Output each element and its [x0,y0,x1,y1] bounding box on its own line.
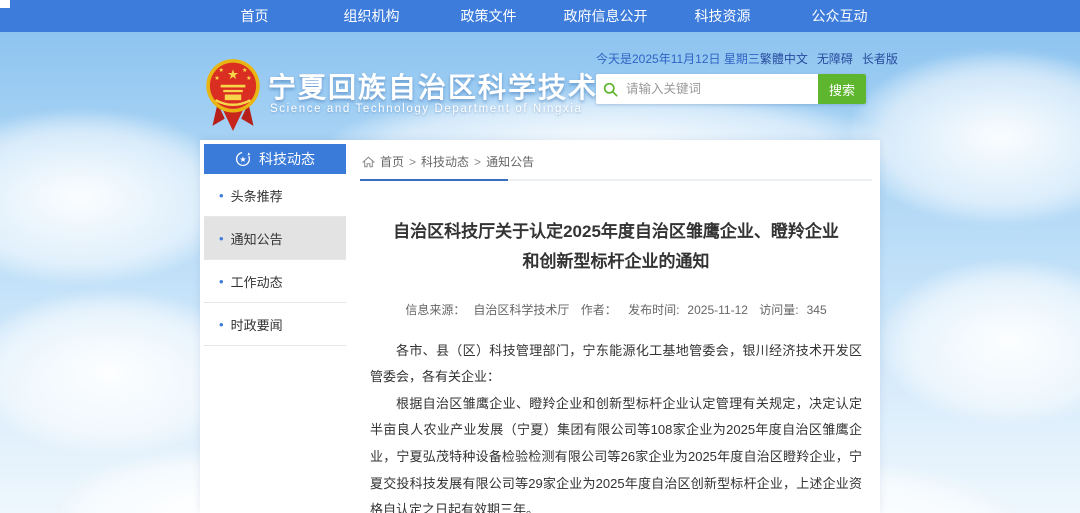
breadcrumb-notices[interactable]: 通知公告 [486,153,534,170]
sidebar-item-notices[interactable]: • 通知公告 [204,217,346,260]
window-corner [0,0,10,8]
sidebar-item-label: 时政要闻 [231,315,283,334]
meta-author-label: 作者： [581,303,617,317]
breadcrumb-home[interactable]: 首页 [380,153,404,170]
breadcrumb-separator: > [474,155,481,169]
svg-text:★: ★ [242,67,248,74]
current-date: 今天是2025年11月12日 星期三 [596,50,760,67]
meta-publish-label: 发布时间: [628,303,679,317]
article-title-line2: 和创新型标杆企业的通知 [360,247,872,277]
sidebar-item-work-trends[interactable]: • 工作动态 [204,260,346,303]
bullet-icon: • [219,232,224,245]
link-traditional-chinese[interactable]: 繁體中文 [760,50,808,67]
article-body: 各市、县（区）科技管理部门，宁东能源化工基地管委会，银川经济技术开发区管委会，各… [370,338,862,513]
sidebar-item-label: 头条推荐 [231,186,283,205]
search-button[interactable]: 搜索 [818,74,866,104]
site-subtitle: Science and Technology Department of Nin… [270,103,582,115]
link-accessibility[interactable]: 无障碍 [817,50,853,67]
svg-text:★: ★ [239,155,246,164]
article-paragraph: 各市、县（区）科技管理部门，宁东能源化工基地管委会，银川经济技术开发区管委会，各… [370,338,862,391]
meta-source-value: 自治区科学技术厅 [473,303,569,317]
article-title: 自治区科技厅关于认定2025年度自治区雏鹰企业、瞪羚企业 和创新型标杆企业的通知 [360,217,872,277]
sidebar: ★ 科技动态 • 头条推荐 • 通知公告 • 工作动态 • 时政要闻 [204,144,346,346]
link-elder-version[interactable]: 长者版 [862,50,898,67]
nav-item-home[interactable]: 首页 [196,6,313,26]
national-emblem-logo: ★ ★ ★ ★ ★ [204,56,262,137]
top-info-bar: 今天是2025年11月12日 星期三 繁體中文 无障碍 长者版 [596,50,874,67]
bullet-icon: • [219,318,224,331]
sidebar-item-label: 通知公告 [231,229,283,248]
cloud-decoration [850,52,1080,222]
page: 首页 组织机构 政策文件 政府信息公开 科技资源 公众互动 ★ ★ ★ ★ ★ … [0,0,1080,513]
tech-news-icon: ★ [235,151,251,167]
quick-links: 繁體中文 无障碍 长者版 [760,50,898,67]
sidebar-item-headlines[interactable]: • 头条推荐 [204,174,346,217]
top-nav: 首页 组织机构 政策文件 政府信息公开 科技资源 公众互动 [0,0,1080,32]
site-title: 宁夏回族自治区科学技术厅 [268,66,628,106]
home-icon [362,156,375,168]
meta-views-value: 345 [807,303,827,317]
sidebar-header: ★ 科技动态 [204,144,346,174]
search-bar: 搜索 [596,74,866,104]
svg-text:★: ★ [214,75,220,82]
meta-source-label: 信息来源： [405,303,465,317]
article-title-line1: 自治区科技厅关于认定2025年度自治区雏鹰企业、瞪羚企业 [360,217,872,247]
meta-publish-value: 2025-11-12 [687,303,748,317]
article-paragraph: 根据自治区雏鹰企业、瞪羚企业和创新型标杆企业认定管理有关规定，决定认定半亩良人农… [370,391,862,513]
svg-text:★: ★ [246,75,252,82]
bullet-icon: • [219,275,224,288]
emblem-icon: ★ ★ ★ ★ ★ [204,56,262,132]
breadcrumb-separator: > [409,155,416,169]
nav-item-interaction[interactable]: 公众互动 [781,6,898,26]
search-icon [596,74,624,104]
bullet-icon: • [219,189,224,202]
nav-item-organization[interactable]: 组织机构 [313,6,430,26]
nav-item-resources[interactable]: 科技资源 [664,6,781,26]
search-input[interactable] [624,74,818,104]
breadcrumb: 首页 > 科技动态 > 通知公告 [360,148,872,181]
nav-item-gov-info[interactable]: 政府信息公开 [547,6,664,26]
sidebar-title: 科技动态 [259,149,315,169]
svg-text:★: ★ [227,67,239,82]
nav-item-policy[interactable]: 政策文件 [430,6,547,26]
svg-text:★: ★ [218,67,224,74]
content-panel: ★ 科技动态 • 头条推荐 • 通知公告 • 工作动态 • 时政要闻 [200,140,880,513]
sidebar-item-label: 工作动态 [231,272,283,291]
main-content: 首页 > 科技动态 > 通知公告 自治区科技厅关于认定2025年度自治区雏鹰企业… [360,148,872,513]
breadcrumb-tech-news[interactable]: 科技动态 [421,153,469,170]
article-meta: 信息来源： 自治区科学技术厅 作者： 发布时间: 2025-11-12 访问量: 34… [360,301,872,318]
cloud-decoration [880,262,1080,422]
sidebar-item-political-news[interactable]: • 时政要闻 [204,303,346,346]
meta-views-label: 访问量: [759,303,798,317]
